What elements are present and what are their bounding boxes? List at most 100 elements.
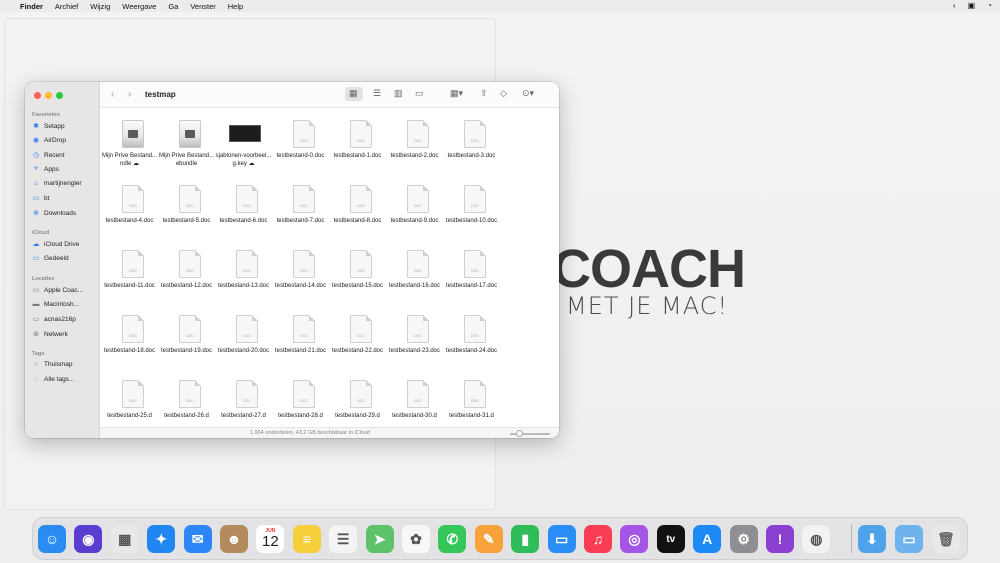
notes-icon[interactable]: ≡ — [292, 525, 321, 553]
sidebar-item-recent[interactable]: ◷ Recent — [32, 151, 65, 160]
file-item[interactable]: DOC testbestand-24.doc — [443, 307, 500, 369]
keynote-icon[interactable]: ▭ — [547, 525, 576, 553]
sidebar-item-thuismap[interactable]: ○ Thuismap — [32, 361, 73, 368]
menu-venster[interactable]: Venster — [190, 2, 215, 11]
system-preferences-icon[interactable]: ⚙ — [729, 525, 758, 553]
calendar-icon[interactable]: JUN 12 — [256, 525, 285, 553]
file-item[interactable]: DOC testbestand-6.doc — [215, 177, 272, 239]
file-item[interactable]: DOC testbestand-0.doc — [272, 112, 329, 174]
column-view-icon[interactable]: ▥ — [394, 88, 403, 99]
folder-stack-icon[interactable]: ▭ — [895, 525, 923, 553]
siri-icon[interactable]: ◉ — [74, 525, 103, 553]
chrome-icon[interactable]: ◍ — [802, 525, 831, 553]
tag-edit-icon[interactable]: ◇ — [500, 88, 507, 99]
sidebar-item-all-tags[interactable]: ◌ Alle tags... — [32, 376, 74, 383]
apple-tv-icon[interactable]: tv — [656, 525, 685, 553]
file-item[interactable]: DOC testbestand-28.d — [272, 372, 329, 427]
sidebar-item-apps[interactable]: ⟡ Apps — [32, 165, 59, 173]
sidebar-item-bt[interactable]: ▭ bt — [32, 194, 50, 203]
file-item[interactable]: DOC testbestand-1.doc — [329, 112, 386, 174]
app-store-icon[interactable]: A — [693, 525, 722, 553]
file-item[interactable]: sjablonen-voorbeel...g.key ☁ — [215, 112, 272, 174]
file-item[interactable]: DOC testbestand-13.doc — [215, 242, 272, 304]
chevron-left-icon[interactable]: ‹ — [953, 1, 956, 10]
back-button[interactable]: ‹ — [111, 89, 114, 100]
file-item[interactable]: DOC testbestand-18.doc — [101, 307, 158, 369]
file-item[interactable]: DOC testbestand-5.doc — [158, 177, 215, 239]
menu-archief[interactable]: Archief — [55, 2, 78, 11]
numbers-icon[interactable]: ▮ — [511, 525, 540, 553]
file-item[interactable]: DOC testbestand-30.d — [386, 372, 443, 427]
sidebar-item-home[interactable]: ⌂ martijnengler — [32, 180, 82, 187]
file-item[interactable]: DOC testbestand-22.doc — [329, 307, 386, 369]
file-item[interactable]: DOC testbestand-10.doc — [443, 177, 500, 239]
file-item[interactable]: DOC testbestand-7.doc — [272, 177, 329, 239]
sidebar-item-airdrop[interactable]: ◉ AirDrop — [32, 136, 66, 145]
share-icon[interactable]: ⇪ — [480, 88, 488, 99]
file-item[interactable]: DOC testbestand-14.doc — [272, 242, 329, 304]
forward-button[interactable]: › — [128, 89, 131, 100]
minimize-window-button[interactable] — [45, 92, 52, 99]
messages-icon[interactable]: ✆ — [438, 525, 467, 553]
list-view-icon[interactable]: ☰ — [373, 88, 381, 99]
icon-view-icon[interactable]: ▦ — [349, 88, 358, 99]
sidebar-item-gedeeld[interactable]: ▭ Gedeeld — [32, 254, 69, 263]
sidebar-item-icloud-drive[interactable]: ☁ iCloud Drive — [32, 240, 80, 249]
file-item[interactable]: DOC testbestand-9.doc — [386, 177, 443, 239]
clock-status-icon[interactable]: ◔ — [987, 1, 992, 10]
file-item[interactable]: DOC testbestand-25.d — [101, 372, 158, 427]
menu-wijzig[interactable]: Wijzig — [90, 2, 110, 11]
file-item[interactable]: DOC testbestand-15.doc — [329, 242, 386, 304]
file-item[interactable]: DOC testbestand-23.doc — [386, 307, 443, 369]
close-window-button[interactable] — [34, 92, 41, 99]
gallery-view-icon[interactable]: ▭ — [415, 88, 424, 99]
sidebar-item-acnas[interactable]: ▭ acnas216p — [32, 315, 76, 324]
file-item[interactable]: DOC testbestand-19.doc — [158, 307, 215, 369]
contacts-icon[interactable]: ☻ — [220, 525, 248, 553]
file-item[interactable]: DOC testbestand-11.doc — [101, 242, 158, 304]
file-item[interactable]: DOC testbestand-20.doc — [215, 307, 272, 369]
file-item[interactable]: DOC testbestand-17.doc — [443, 242, 500, 304]
file-item[interactable]: DOC testbestand-26.d — [158, 372, 215, 427]
maps-icon[interactable]: ➤ — [365, 525, 394, 553]
file-item[interactable]: Mijn Prive Bestand...ndle ☁ — [101, 112, 158, 174]
menu-app-finder[interactable]: Finder — [20, 2, 43, 11]
file-item[interactable]: DOC testbestand-12.doc — [158, 242, 215, 304]
file-item[interactable]: DOC testbestand-2.doc — [386, 112, 443, 174]
menu-help[interactable]: Help — [228, 2, 243, 11]
file-item[interactable]: Mijn Prive Bestand...ebundle — [158, 112, 215, 174]
apps-icon: ⟡ — [33, 165, 39, 172]
group-by-icon[interactable]: ▦▾ — [450, 88, 463, 99]
sidebar-item-apple-coach[interactable]: ▭ Apple Coac... — [32, 286, 83, 295]
menu-weergave[interactable]: Weergave — [122, 2, 156, 11]
sidebar-item-setapp[interactable]: ✱ Setapp — [32, 122, 65, 131]
file-item[interactable]: DOC testbestand-4.doc — [101, 177, 158, 239]
mail-icon[interactable]: ✉ — [183, 525, 212, 553]
podcasts-icon[interactable]: ◎ — [620, 525, 649, 553]
safari-icon[interactable]: ✦ — [147, 525, 176, 553]
launchpad-icon[interactable]: ▦ — [110, 525, 139, 553]
menu-ga[interactable]: Ga — [168, 2, 178, 11]
sidebar-item-netwerk[interactable]: ⊛ Netwerk — [32, 330, 68, 339]
reminders-icon[interactable]: ☰ — [329, 525, 358, 553]
file-item[interactable]: DOC testbestand-16.doc — [386, 242, 443, 304]
more-actions-icon[interactable]: ⊙▾ — [522, 88, 534, 99]
file-item[interactable]: DOC testbestand-21.doc — [272, 307, 329, 369]
photos-icon[interactable]: ✿ — [402, 525, 430, 553]
file-item[interactable]: DOC testbestand-8.doc — [329, 177, 386, 239]
file-item[interactable]: DOC testbestand-29.d — [329, 372, 386, 427]
feedback-assistant-icon[interactable]: ! — [766, 525, 794, 553]
sidebar-item-macintosh[interactable]: ▬ Macintosh... — [32, 301, 80, 308]
pages-icon[interactable]: ✎ — [474, 525, 503, 553]
music-icon[interactable]: ♫ — [584, 525, 612, 553]
file-item[interactable]: DOC testbestand-31.d — [443, 372, 500, 427]
icon-size-slider-knob[interactable] — [516, 430, 523, 437]
finder-icon[interactable]: ☺ — [38, 525, 66, 553]
trash-icon[interactable]: 🗑 — [932, 525, 960, 553]
zoom-window-button[interactable] — [56, 92, 63, 99]
downloads-stack-icon[interactable]: ⬇ — [858, 525, 886, 553]
file-item[interactable]: DOC testbestand-3.doc — [443, 112, 500, 174]
control-center-icon[interactable]: ▣ — [968, 1, 976, 10]
file-item[interactable]: DOC testbestand-27.d — [215, 372, 272, 427]
sidebar-item-downloads[interactable]: ⊕ Downloads — [32, 209, 76, 218]
